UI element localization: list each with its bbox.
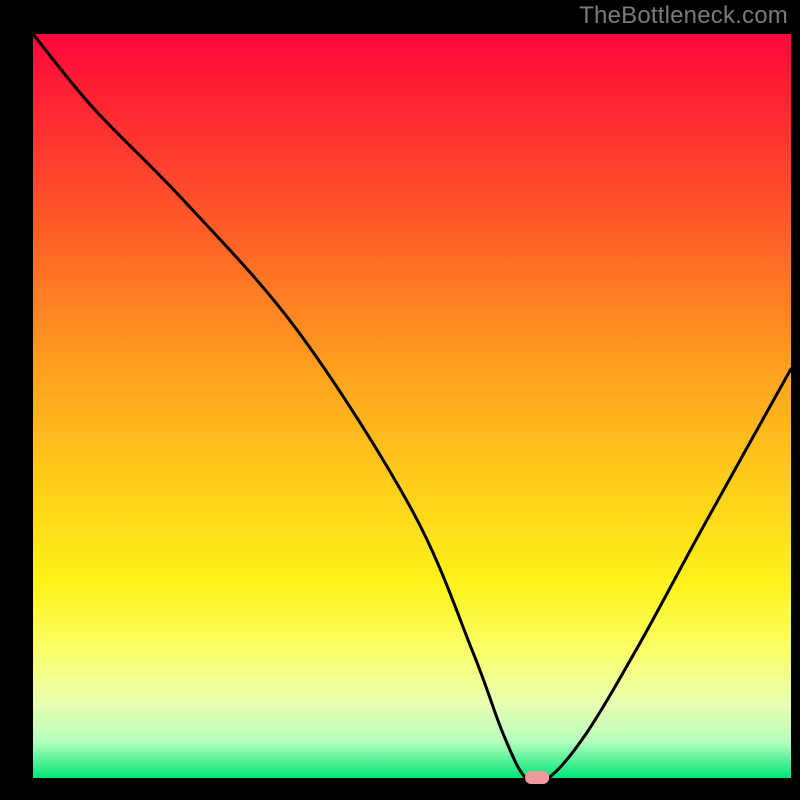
watermark-text: TheBottleneck.com [579,2,788,30]
bottleneck-chart [0,0,800,800]
chart-frame: { "watermark": "TheBottleneck.com", "cha… [0,0,800,800]
optimum-marker [525,771,549,784]
gradient-background [33,34,791,778]
